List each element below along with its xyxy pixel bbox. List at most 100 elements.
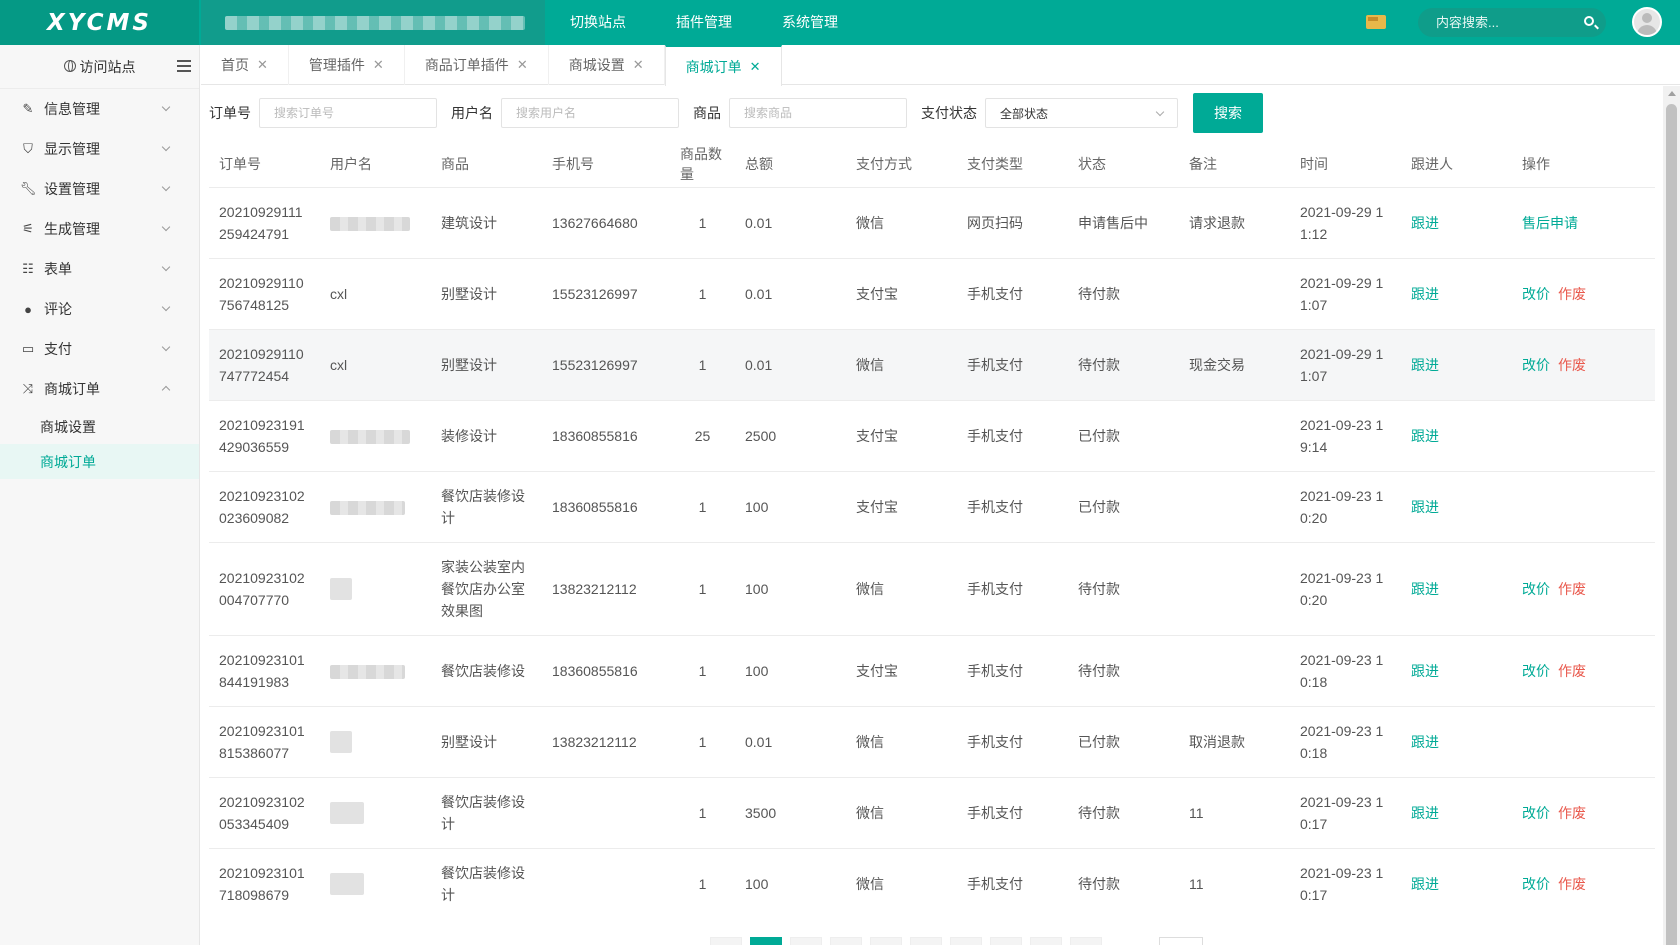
sidebar-sub-mall-orders[interactable]: 商城订单: [0, 444, 199, 479]
tab-home[interactable]: 首页 ✕: [201, 45, 289, 85]
page-item[interactable]: [950, 937, 982, 945]
sidebar-item-settings[interactable]: 🔧︎ 设置管理: [0, 169, 199, 209]
page-item[interactable]: [830, 937, 862, 945]
page-prev[interactable]: [710, 937, 742, 945]
cell-time: 2021-09-23 1 0:20: [1290, 470, 1401, 542]
cell-follow: 跟进: [1401, 186, 1512, 258]
void-order-link[interactable]: 作废: [1558, 357, 1586, 373]
close-icon[interactable]: ✕: [517, 57, 528, 73]
visit-site-link[interactable]: 访问站点: [63, 57, 136, 77]
topnav-plugins[interactable]: 插件管理: [651, 0, 757, 45]
void-order-link[interactable]: 作废: [1558, 876, 1586, 892]
follow-up-link[interactable]: 跟进: [1411, 215, 1439, 231]
cell-follow: 跟进: [1401, 328, 1512, 400]
void-order-link[interactable]: 作废: [1558, 663, 1586, 679]
change-price-link[interactable]: 改价: [1522, 286, 1550, 302]
close-icon[interactable]: ✕: [633, 57, 644, 73]
follow-up-link[interactable]: 跟进: [1411, 286, 1439, 302]
sidebar-item-payment[interactable]: ▭ 支付: [0, 329, 199, 369]
tab-mall-orders[interactable]: 商城订单 ✕: [664, 45, 782, 86]
order-search-input[interactable]: [259, 98, 437, 128]
sidebar-item-comments[interactable]: ● 评论: [0, 289, 199, 329]
cell-actions: [1512, 399, 1655, 471]
product-search-input[interactable]: [729, 98, 907, 128]
sidebar-item-display[interactable]: ⛉ 显示管理: [0, 129, 199, 169]
search-button[interactable]: 搜索: [1193, 93, 1263, 133]
table-row[interactable]: 20210923102 023609082 餐饮店装修设 计 18360855816…: [209, 470, 1655, 542]
follow-up-link[interactable]: 跟进: [1411, 663, 1439, 679]
cell-text: 100: [745, 498, 769, 515]
follow-up-link[interactable]: 跟进: [1411, 805, 1439, 821]
table-row[interactable]: 20210923101 844191983 餐饮店装修设 18360855816 1…: [209, 634, 1655, 706]
follow-up-link[interactable]: 跟进: [1411, 581, 1439, 597]
tab-mall-settings[interactable]: 商城设置 ✕: [549, 45, 665, 85]
cell-text: 0.01: [745, 214, 773, 231]
table-row[interactable]: 20210923102 053345409 餐饮店装修设 计 1 3500 微信 手机支付…: [209, 776, 1655, 848]
table-row[interactable]: 20210929110 747772454 cxl 别墅设计 15523126997 1…: [209, 328, 1655, 400]
follow-up-link[interactable]: 跟进: [1411, 357, 1439, 373]
void-order-link[interactable]: 作废: [1558, 805, 1586, 821]
sidebar-item-info[interactable]: ✎ 信息管理: [0, 89, 199, 129]
cell-product: 别墅设计: [431, 705, 542, 777]
change-price-link[interactable]: 改价: [1522, 357, 1550, 373]
follow-up-link[interactable]: 跟进: [1411, 876, 1439, 892]
page-item[interactable]: [790, 937, 822, 945]
table-row[interactable]: 20210923191 429036559 装修设计 18360855816 25 25…: [209, 399, 1655, 471]
tab-order-plugin[interactable]: 商品订单插件 ✕: [405, 45, 549, 85]
table-row[interactable]: 20210923101 815386077 别墅设计 13823212112 1 0.0…: [209, 705, 1655, 777]
user-search-input[interactable]: [501, 98, 679, 128]
redacted-username: [330, 731, 352, 754]
top-search-input[interactable]: [1436, 15, 1576, 30]
follow-up-link[interactable]: 跟进: [1411, 499, 1439, 515]
cell-pay-method: 支付宝: [846, 634, 957, 706]
topnav-switch-site[interactable]: 切换站点: [545, 0, 651, 45]
page-item[interactable]: [870, 937, 902, 945]
cell-order: 20210923102 023609082: [209, 470, 320, 542]
sidebar-item-mall-orders[interactable]: ⤨ 商城订单: [0, 369, 199, 409]
void-order-link[interactable]: 作废: [1558, 286, 1586, 302]
scrollbar[interactable]: [1663, 86, 1680, 945]
cell-text: 2021-09-23 1 0:17: [1300, 793, 1384, 832]
page-jump-input[interactable]: [1159, 937, 1203, 945]
sidebar-item-generate[interactable]: ⚟ 生成管理: [0, 209, 199, 249]
sidebar-sub-mall-settings[interactable]: 商城设置: [0, 409, 199, 444]
follow-up-link[interactable]: 跟进: [1411, 428, 1439, 444]
logo-area[interactable]: XYCMS: [0, 0, 199, 45]
table-row[interactable]: 20210929110 756748125 cxl 别墅设计 15523126997 1…: [209, 257, 1655, 329]
table-row[interactable]: 20210929111 259424791 建筑设计 13627664680 1 0.0…: [209, 186, 1655, 258]
cell-time: 2021-09-23 1 0:20: [1290, 541, 1401, 635]
tab-manage-plugins[interactable]: 管理插件 ✕: [289, 45, 405, 85]
scroll-thumb[interactable]: [1666, 104, 1677, 945]
pay-status-select[interactable]: 全部状态: [985, 98, 1178, 128]
void-order-link[interactable]: 作废: [1558, 581, 1586, 597]
change-price-link[interactable]: 改价: [1522, 581, 1550, 597]
page-current[interactable]: [750, 937, 782, 945]
cell-user: [320, 634, 431, 706]
cell-phone: 18360855816: [542, 634, 670, 706]
change-price-link[interactable]: 改价: [1522, 663, 1550, 679]
table-row[interactable]: 20210923101 718098679 餐饮店装修设 计 1 100 微信 手机支付 待…: [209, 847, 1655, 919]
cell-text: 1: [698, 356, 707, 373]
close-icon[interactable]: ✕: [257, 57, 268, 73]
sidebar-item-forms[interactable]: ☷ 表单: [0, 249, 199, 289]
table-row[interactable]: 20210923102 004707770 家装公装室内 餐饮店办公室 效果图 13…: [209, 541, 1655, 635]
cell-text: 15523126997: [552, 356, 638, 373]
cell-qty: 1: [670, 257, 735, 329]
topnav-system[interactable]: 系统管理: [757, 0, 863, 45]
message-icon[interactable]: [1366, 15, 1386, 29]
after-sale-link[interactable]: 售后申请: [1522, 215, 1578, 231]
change-price-link[interactable]: 改价: [1522, 876, 1550, 892]
change-price-link[interactable]: 改价: [1522, 805, 1550, 821]
avatar[interactable]: [1632, 7, 1662, 37]
scroll-up-icon[interactable]: [1668, 91, 1676, 96]
page-next[interactable]: [1070, 937, 1102, 945]
menu-toggle-icon[interactable]: [177, 60, 191, 72]
search-icon[interactable]: [1584, 16, 1594, 26]
follow-up-link[interactable]: 跟进: [1411, 734, 1439, 750]
close-icon[interactable]: ✕: [373, 57, 384, 73]
page-item[interactable]: [1030, 937, 1062, 945]
page-item[interactable]: [990, 937, 1022, 945]
close-icon[interactable]: ✕: [750, 59, 761, 75]
page-item[interactable]: [910, 937, 942, 945]
cell-text: 待付款: [1078, 356, 1120, 373]
